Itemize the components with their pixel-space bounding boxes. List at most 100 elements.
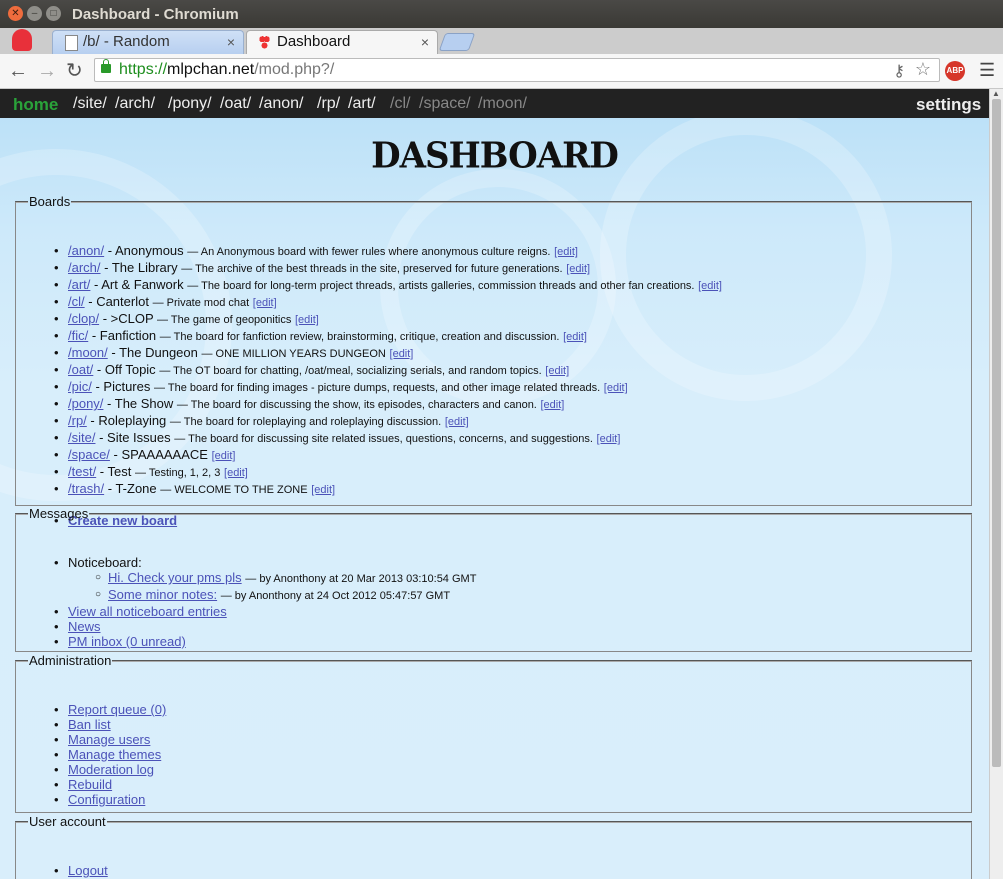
news-link[interactable]: News [68, 619, 101, 634]
nav-board-link[interactable]: /site/ [73, 95, 107, 113]
board-link[interactable]: /clop/ [68, 311, 99, 326]
notice-link[interactable]: Some minor notes: [108, 587, 217, 602]
view-all-notices-link[interactable]: View all noticeboard entries [68, 604, 227, 619]
nav-home-link[interactable]: home [13, 95, 58, 115]
board-link[interactable]: /rp/ [68, 413, 87, 428]
bookmark-star-icon[interactable]: ☆ [915, 59, 931, 80]
edit-board-link[interactable]: [edit] [224, 467, 248, 479]
edit-board-link[interactable]: [edit] [295, 314, 319, 326]
edit-board-link[interactable]: [edit] [698, 280, 722, 292]
nav-settings-link[interactable]: settings [916, 95, 981, 115]
nav-board-link[interactable]: /cl/ [390, 95, 410, 113]
manage-themes-link[interactable]: Manage themes [68, 747, 161, 762]
lock-icon [101, 59, 111, 73]
tab-dashboard[interactable]: Dashboard × [246, 30, 438, 54]
board-link[interactable]: /pic/ [68, 379, 92, 394]
board-description: — Testing, 1, 2, 3 [134, 467, 221, 479]
tab-close-icon[interactable]: × [421, 31, 429, 53]
vertical-scrollbar[interactable]: ▲ [989, 89, 1003, 879]
ban-list-link[interactable]: Ban list [68, 717, 111, 732]
window-minimize-button[interactable]: – [27, 6, 42, 21]
nav-board-link[interactable]: /anon/ [259, 95, 303, 113]
nav-board-link[interactable]: /space/ [419, 95, 471, 113]
edit-board-link[interactable]: [edit] [566, 263, 590, 275]
reload-icon[interactable]: ↻ [66, 60, 83, 82]
edit-board-link[interactable]: [edit] [445, 416, 469, 428]
edit-board-link[interactable]: [edit] [554, 246, 578, 258]
notice-link[interactable]: Hi. Check your pms pls [108, 570, 242, 585]
board-link[interactable]: /pony/ [68, 396, 103, 411]
list-item: Rebuild [54, 777, 166, 792]
scrollbar-thumb[interactable] [992, 99, 1001, 767]
board-link[interactable]: /arch/ [68, 260, 101, 275]
edit-board-link[interactable]: [edit] [545, 365, 569, 377]
edit-board-link[interactable]: [edit] [253, 297, 277, 309]
board-description: — The game of geoponitics [157, 314, 292, 326]
board-link[interactable]: /oat/ [68, 362, 93, 377]
board-link[interactable]: /moon/ [68, 345, 108, 360]
tab-label: /b/ - Random [83, 33, 170, 50]
rebuild-link[interactable]: Rebuild [68, 777, 112, 792]
nav-board-link[interactable]: /rp/ [317, 95, 340, 113]
board-description: — Private mod chat [152, 297, 250, 309]
administration-fieldset: Administration Report queue (0) Ban list… [15, 653, 972, 813]
list-item: Logout [54, 863, 108, 878]
edit-board-link[interactable]: [edit] [212, 450, 236, 462]
manage-users-link[interactable]: Manage users [68, 732, 150, 747]
board-item: /art/ - Art & Fanwork — The board for lo… [54, 277, 722, 294]
edit-board-link[interactable]: [edit] [311, 484, 335, 496]
list-item: View all noticeboard entries [54, 604, 476, 619]
board-link[interactable]: /art/ [68, 277, 90, 292]
board-link[interactable]: /fic/ [68, 328, 88, 343]
board-name: The Library [111, 260, 178, 275]
adblock-icon[interactable]: ABP [945, 61, 965, 81]
board-link[interactable]: /trash/ [68, 481, 104, 496]
nav-board-link[interactable]: /pony/ [168, 95, 212, 113]
window-close-button[interactable]: ✕ [8, 6, 23, 21]
board-name: >CLOP [110, 311, 154, 326]
board-item: /clop/ - >CLOP — The game of geoponitics… [54, 311, 722, 328]
address-bar[interactable]: https://mlpchan.net/mod.php?/ ⚷ ☆ [94, 58, 940, 82]
board-link[interactable]: /anon/ [68, 243, 104, 258]
board-link[interactable]: /cl/ [68, 294, 85, 309]
tab-close-icon[interactable]: × [227, 31, 235, 53]
nav-board-link[interactable]: /moon/ [478, 95, 527, 113]
window-maximize-button[interactable]: □ [46, 6, 61, 21]
profile-icon[interactable] [12, 29, 32, 51]
board-description: — The board for fanfiction review, brain… [159, 331, 560, 343]
edit-board-link[interactable]: [edit] [597, 433, 621, 445]
edit-board-link[interactable]: [edit] [563, 331, 587, 343]
nav-board-link[interactable]: /arch/ [115, 95, 155, 113]
tab-random[interactable]: /b/ - Random × [52, 30, 244, 54]
list-item: News [54, 619, 476, 634]
board-item: /trash/ - T-Zone — WELCOME TO THE ZONE [… [54, 481, 722, 498]
pm-inbox-link[interactable]: PM inbox (0 unread) [68, 634, 186, 649]
board-item: /arch/ - The Library — The archive of th… [54, 260, 722, 277]
forward-arrow-icon[interactable]: → [37, 60, 57, 82]
browser-menu-icon[interactable]: ☰ [979, 60, 995, 81]
scroll-up-icon[interactable]: ▲ [992, 89, 1000, 98]
edit-board-link[interactable]: [edit] [604, 382, 628, 394]
back-arrow-icon[interactable]: ← [8, 60, 28, 82]
url-text[interactable]: https://mlpchan.net/mod.php?/ [119, 61, 334, 79]
key-icon[interactable]: ⚷ [893, 61, 905, 81]
report-queue-link[interactable]: Report queue (0) [68, 702, 166, 717]
board-item: /oat/ - Off Topic — The OT board for cha… [54, 362, 722, 379]
board-link[interactable]: /test/ [68, 464, 96, 479]
moderation-log-link[interactable]: Moderation log [68, 762, 154, 777]
board-item: /pony/ - The Show — The board for discus… [54, 396, 722, 413]
tab-label: Dashboard [277, 33, 351, 50]
board-link[interactable]: /space/ [68, 447, 110, 462]
window-titlebar: ✕ – □ Dashboard - Chromium [0, 0, 1003, 28]
user-account-legend: User account [29, 814, 106, 829]
nav-board-link[interactable]: /art/ [348, 95, 376, 113]
board-link[interactable]: /site/ [68, 430, 95, 445]
window-title: Dashboard - Chromium [72, 6, 239, 23]
logout-link[interactable]: Logout [68, 863, 108, 878]
edit-board-link[interactable]: [edit] [541, 399, 565, 411]
nav-board-link[interactable]: /oat/ [220, 95, 251, 113]
configuration-link[interactable]: Configuration [68, 792, 145, 807]
edit-board-link[interactable]: [edit] [390, 348, 414, 360]
messages-list: Noticeboard: Hi. Check your pms pls — by… [54, 555, 476, 649]
notices-list: Hi. Check your pms pls — by Anonthony at… [95, 570, 476, 604]
